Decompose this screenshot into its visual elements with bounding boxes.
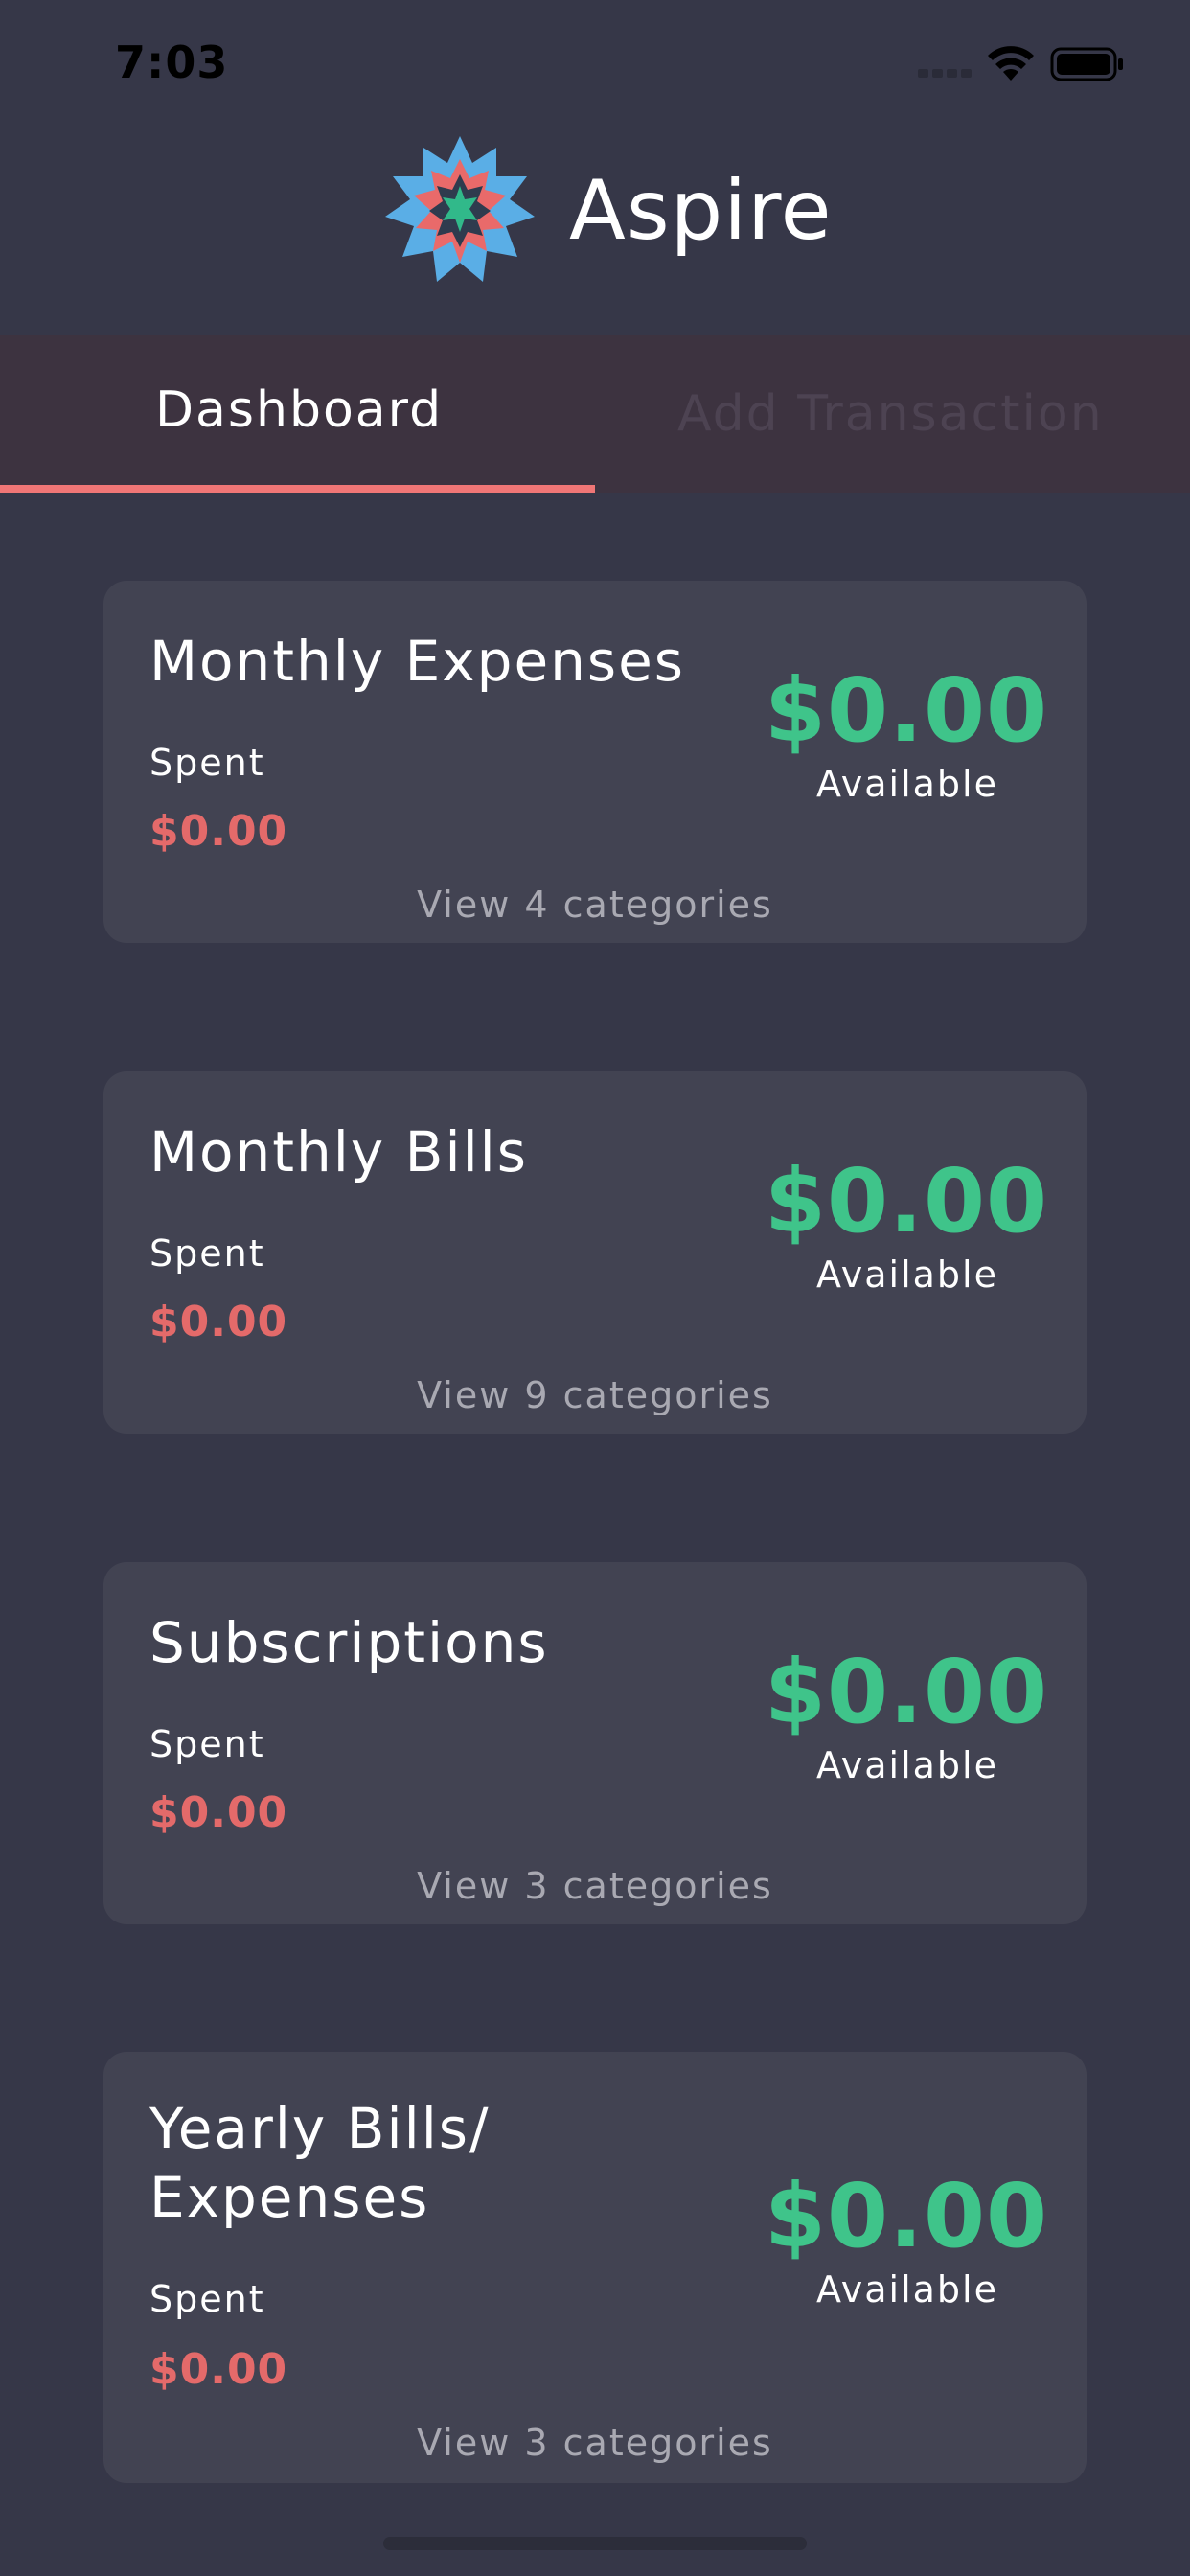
- spent-label: Spent: [149, 2278, 265, 2320]
- available-value: $0.00: [764, 1150, 1048, 1253]
- spent-value: $0.00: [149, 1298, 288, 1346]
- card-title: Subscriptions: [149, 1610, 549, 1675]
- available-label: Available: [815, 763, 998, 805]
- battery-icon: [1050, 47, 1123, 81]
- group-card-monthly-bills[interactable]: Monthly Bills Spent $0.00 $0.00 Availabl…: [103, 1071, 1087, 1434]
- available-value: $0.00: [764, 2165, 1048, 2267]
- available-value: $0.00: [764, 659, 1048, 762]
- card-title: Monthly Expenses: [149, 629, 686, 694]
- app-header: Aspire: [0, 134, 1190, 335]
- tab-dashboard[interactable]: Dashboard: [0, 335, 595, 493]
- spent-label: Spent: [149, 1723, 265, 1765]
- tab-add-transaction[interactable]: Add Transaction: [595, 335, 1190, 493]
- card-title-line-1: Yearly Bills/: [149, 2096, 491, 2161]
- view-categories-link[interactable]: View 3 categories: [103, 1865, 1087, 1907]
- cellular-signal-icon: [918, 69, 972, 80]
- card-title: Monthly Bills: [149, 1119, 529, 1184]
- spent-label: Spent: [149, 742, 265, 784]
- group-card-subscriptions[interactable]: Subscriptions Spent $0.00 $0.00 Availabl…: [103, 1562, 1087, 1924]
- view-categories-link[interactable]: View 9 categories: [103, 1374, 1087, 1416]
- status-bar: 7:03: [0, 0, 1190, 134]
- tab-dashboard-label: Dashboard: [155, 381, 444, 439]
- spent-value: $0.00: [149, 1788, 288, 1837]
- spent-label: Spent: [149, 1232, 265, 1275]
- spent-value: $0.00: [149, 807, 288, 856]
- spent-value: $0.00: [149, 2345, 288, 2394]
- dashboard-screen: 7:03 Aspire Dashboard Add Transaction Mo…: [0, 0, 1190, 2576]
- available-label: Available: [815, 1744, 998, 1786]
- card-title-line-2: Expenses: [149, 2165, 430, 2230]
- group-card-yearly-bills-expenses[interactable]: Yearly Bills/ Expenses Spent $0.00 $0.00…: [103, 2052, 1087, 2483]
- view-categories-link[interactable]: View 3 categories: [103, 2422, 1087, 2464]
- active-tab-indicator: [0, 485, 595, 493]
- group-card-monthly-expenses[interactable]: Monthly Expenses Spent $0.00 $0.00 Avail…: [103, 581, 1087, 943]
- app-title: Aspire: [569, 163, 833, 259]
- view-categories-link[interactable]: View 4 categories: [103, 884, 1087, 926]
- available-label: Available: [815, 2268, 998, 2311]
- status-time: 7:03: [115, 36, 229, 88]
- available-value: $0.00: [764, 1641, 1048, 1743]
- aspire-star-logo-icon: [385, 136, 535, 282]
- available-label: Available: [815, 1254, 998, 1296]
- tab-bar: Dashboard Add Transaction: [0, 335, 1190, 493]
- home-indicator[interactable]: [383, 2537, 807, 2550]
- tab-add-transaction-label: Add Transaction: [677, 385, 1104, 443]
- wifi-icon: [988, 46, 1034, 80]
